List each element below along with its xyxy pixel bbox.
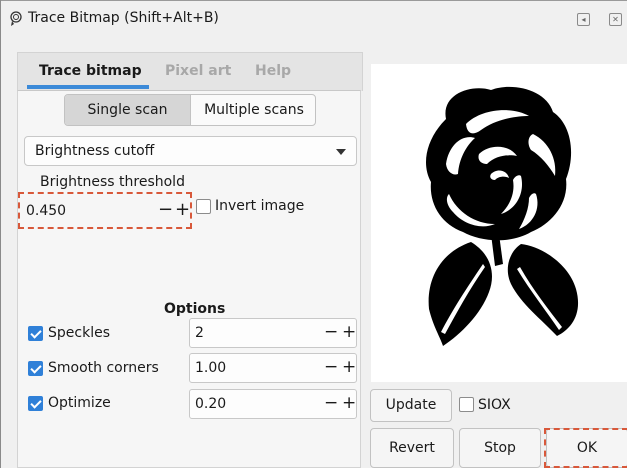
threshold-label: Brightness threshold — [40, 174, 185, 190]
threshold-input[interactable]: 0.450 — [26, 203, 66, 219]
ok-highlight — [544, 428, 627, 468]
trace-bitmap-dialog: Trace Bitmap (Shift+Alt+B) ◂ ✕ Trace bit… — [0, 0, 627, 468]
tab-trace-bitmap[interactable]: Trace bitmap — [39, 63, 142, 79]
threshold-decrement-button[interactable]: − — [158, 199, 173, 220]
speckles-decrement-button[interactable]: − — [324, 322, 338, 342]
window-title: Trace Bitmap (Shift+Alt+B) — [28, 10, 219, 26]
trace-bitmap-icon — [10, 11, 22, 26]
smooth-corners-stepper: 1.00 − + — [189, 353, 357, 383]
title-bar: Trace Bitmap (Shift+Alt+B) ◂ ✕ — [1, 0, 627, 34]
revert-button[interactable]: Revert — [370, 428, 454, 468]
optimize-input[interactable]: 0.20 — [195, 396, 226, 412]
optimize-decrement-button[interactable]: − — [324, 393, 338, 413]
speckles-increment-button[interactable]: + — [342, 322, 356, 342]
optimize-checkbox[interactable] — [28, 396, 43, 411]
smooth-corners-decrement-button[interactable]: − — [324, 357, 338, 377]
close-icon[interactable]: ✕ — [609, 13, 622, 26]
smooth-corners-input[interactable]: 1.00 — [195, 360, 226, 376]
speckles-checkbox[interactable] — [28, 326, 43, 341]
speckles-stepper: 2 − + — [189, 318, 357, 348]
smooth-corners-checkbox[interactable] — [28, 361, 43, 376]
invert-image-checkbox[interactable] — [196, 199, 211, 214]
siox-checkbox[interactable] — [459, 397, 474, 412]
smooth-corners-increment-button[interactable]: + — [342, 357, 356, 377]
trace-preview — [371, 64, 627, 382]
invert-image-label: Invert image — [215, 198, 305, 214]
speckles-input[interactable]: 2 — [195, 325, 204, 341]
stop-button[interactable]: Stop — [459, 428, 541, 468]
chevron-down-icon — [336, 149, 346, 155]
siox-label: SIOX — [478, 397, 511, 413]
tab-pixel-art[interactable]: Pixel art — [165, 63, 231, 79]
optimize-stepper: 0.20 − + — [189, 389, 357, 419]
smooth-corners-label: Smooth corners — [48, 360, 159, 376]
rose-silhouette-image — [426, 86, 579, 346]
threshold-increment-button[interactable]: + — [175, 199, 190, 220]
single-scan-button[interactable]: Single scan — [65, 95, 191, 125]
tab-help[interactable]: Help — [255, 63, 291, 79]
speckles-label: Speckles — [48, 325, 110, 341]
update-button[interactable]: Update — [370, 389, 452, 422]
multiple-scans-button[interactable]: Multiple scans — [191, 95, 315, 125]
scan-mode-toggle: Single scan Multiple scans — [64, 94, 316, 126]
optimize-label: Optimize — [48, 395, 111, 411]
detection-mode-select[interactable]: Brightness cutoff — [24, 136, 357, 166]
minimize-icon[interactable]: ◂ — [577, 13, 590, 26]
optimize-increment-button[interactable]: + — [342, 393, 356, 413]
active-tab-indicator — [27, 85, 149, 89]
detection-mode-value: Brightness cutoff — [35, 143, 155, 159]
options-heading: Options — [164, 301, 226, 317]
